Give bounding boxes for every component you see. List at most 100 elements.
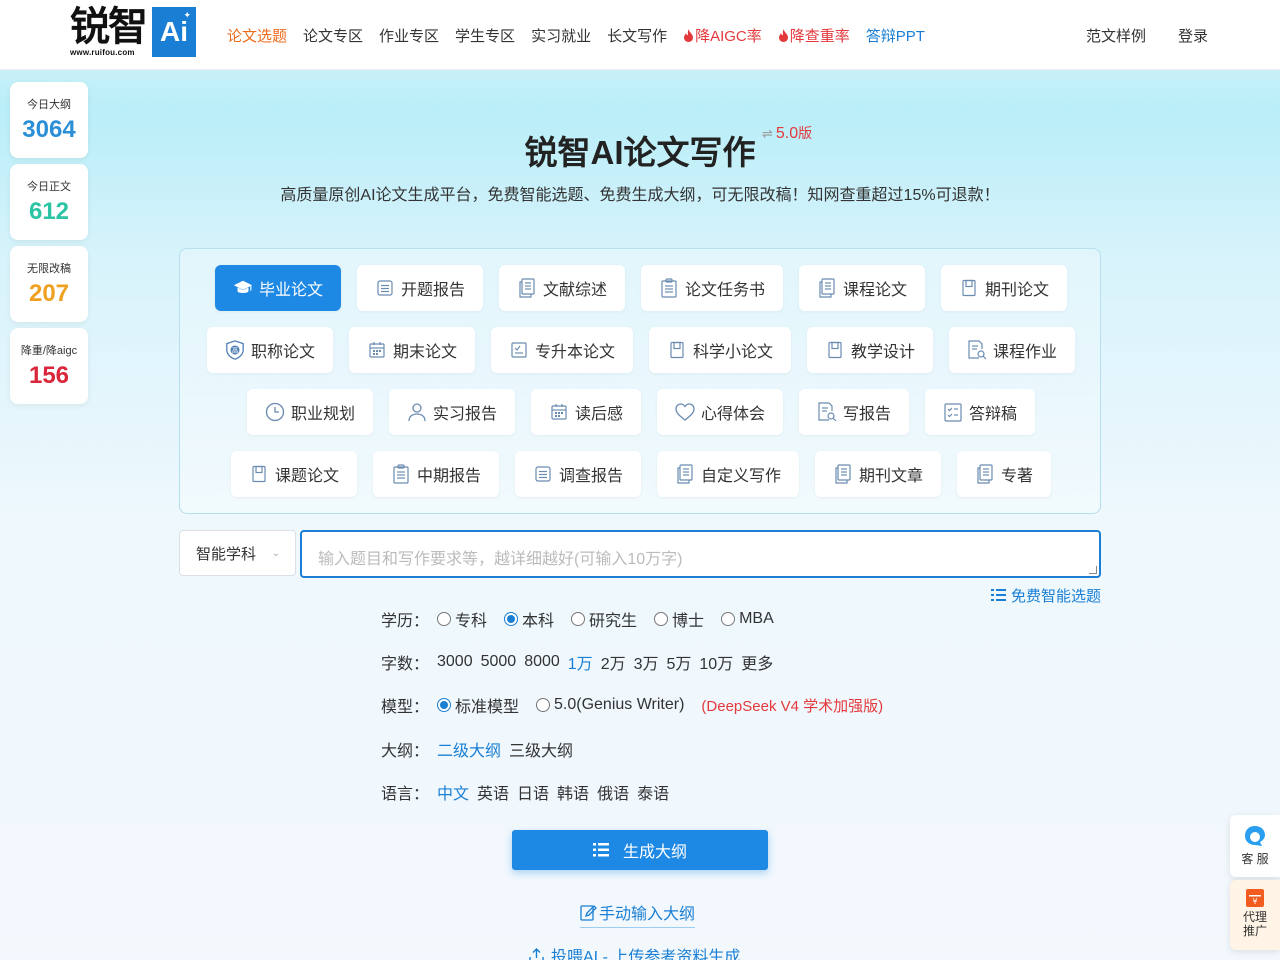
topic-input[interactable]: 输入题目和写作要求等，越详细越好(可输入10万字) <box>300 530 1101 578</box>
radio-dot[interactable] <box>437 698 451 712</box>
header-right: 范文样例 登录 <box>1086 25 1208 46</box>
paper-type-button[interactable]: 读后感 <box>530 389 641 435</box>
paper-type-button[interactable]: 课程论文 <box>799 265 926 311</box>
wordcount-option[interactable]: 8000 <box>524 653 560 671</box>
nav-item[interactable]: 降查重率 <box>778 25 850 46</box>
radio-dot[interactable] <box>437 612 451 626</box>
wordcount-option[interactable]: 3万 <box>634 650 659 674</box>
paper-type-button[interactable]: 实习报告 <box>388 389 515 435</box>
language-option[interactable]: 中文 <box>437 780 469 804</box>
paper-type-label: 专著 <box>1001 468 1034 485</box>
free-topic-link[interactable]: 免费智能选题 <box>990 585 1101 606</box>
upload-reference-link[interactable]: 投喂AI - 上传参考资料生成 <box>528 943 740 960</box>
stat-label: 降重/降aigc <box>20 345 78 357</box>
paper-type-label: 期刊文章 <box>859 468 924 485</box>
paper-type-button[interactable]: 职业规划 <box>246 389 373 435</box>
paper-type-label: 开题报告 <box>400 282 465 299</box>
paper-type-button[interactable]: 答辩稿 <box>925 389 1036 435</box>
paper-type-button[interactable]: 专升本论文 <box>490 327 633 373</box>
nav-item[interactable]: 答辩PPT <box>866 25 925 46</box>
nav-item[interactable]: 作业专区 <box>379 25 439 46</box>
topic-input-placeholder: 输入题目和写作要求等，越详细越好(可输入10万字) <box>318 551 683 568</box>
wordcount-option[interactable]: 10万 <box>699 650 733 674</box>
paper-type-button[interactable]: 教学设计 <box>807 327 934 373</box>
customer-service-button[interactable]: 客 服 <box>1230 815 1280 877</box>
book-icon <box>667 340 687 360</box>
nav-item[interactable]: 论文选题 <box>227 25 287 46</box>
nav-item-label: 长文写作 <box>607 28 668 45</box>
site-logo[interactable]: 锐智 www.ruifou.com Ai ✦ <box>70 6 196 58</box>
paper-type-button[interactable]: 毕业论文 <box>214 265 341 311</box>
logo-ai-badge: Ai ✦ <box>152 7 196 57</box>
paper-type-button[interactable]: 开题报告 <box>356 265 483 311</box>
paper-type-label: 期末论文 <box>392 344 457 361</box>
nav-item[interactable]: 学生专区 <box>455 25 515 46</box>
model-radio[interactable]: 5.0(Genius Writer) <box>536 696 684 714</box>
wordcount-option[interactable]: 2万 <box>601 650 626 674</box>
paper-type-button[interactable]: 写报告 <box>799 389 910 435</box>
login-link[interactable]: 登录 <box>1178 25 1208 46</box>
logo-url: www.ruifou.com <box>70 48 135 57</box>
paper-type-row: 课题论文 中期报告 调查报告 自定义写作 期刊文章 专著 <box>180 451 1102 497</box>
paper-type-button[interactable]: 期刊论文 <box>941 265 1068 311</box>
paper-type-button[interactable]: 调查报告 <box>514 451 641 497</box>
samples-link[interactable]: 范文样例 <box>1086 25 1146 46</box>
paper-type-row: 职业规划 实习报告 读后感 心得体会 写报告 答辩稿 <box>180 389 1102 435</box>
radio-dot[interactable] <box>571 612 586 626</box>
language-option[interactable]: 日语 <box>517 780 549 804</box>
education-radio[interactable]: MBA <box>721 610 774 628</box>
paper-type-button[interactable]: 中期报告 <box>372 451 499 497</box>
language-option[interactable]: 俄语 <box>597 780 629 804</box>
list-icon <box>592 843 609 857</box>
version-switch[interactable]: ⇌ 5.0版 <box>762 123 812 143</box>
paper-type-button[interactable]: 论文任务书 <box>641 265 784 311</box>
language-option[interactable]: 英语 <box>477 780 509 804</box>
free-topic-label: 免费智能选题 <box>1010 588 1101 605</box>
radio-dot[interactable] <box>654 612 669 626</box>
education-radio[interactable]: 博士 <box>654 607 704 631</box>
paper-type-button[interactable]: 期末论文 <box>348 327 475 373</box>
generate-outline-button[interactable]: 生成大纲 <box>512 830 768 870</box>
language-option[interactable]: 泰语 <box>637 780 669 804</box>
subject-select[interactable]: 智能学科 ⌄ <box>179 530 296 576</box>
language-option[interactable]: 韩语 <box>557 780 589 804</box>
wordcount-option[interactable]: 更多 <box>741 650 773 674</box>
calendar-icon <box>549 402 569 422</box>
outline-option[interactable]: 三级大纲 <box>509 737 573 761</box>
radio-dot[interactable] <box>536 698 551 712</box>
paper-type-button[interactable]: 专著 <box>957 451 1052 497</box>
education-radio[interactable]: 本科 <box>504 607 554 631</box>
paper-type-label: 专升本论文 <box>534 344 615 361</box>
wordcount-option[interactable]: 1万 <box>568 650 593 674</box>
generate-outline-label: 生成大纲 <box>622 844 687 861</box>
paper-type-button[interactable]: 文献综述 <box>498 265 625 311</box>
nav-item[interactable]: 论文专区 <box>303 25 363 46</box>
nav-item[interactable]: 实习就业 <box>531 25 591 46</box>
manual-outline-link[interactable]: 手动输入大纲 <box>580 900 696 928</box>
paper-type-button[interactable]: 期刊文章 <box>815 451 942 497</box>
paper-type-button[interactable]: 课题论文 <box>230 451 357 497</box>
radio-dot[interactable] <box>504 612 519 626</box>
radio-dot[interactable] <box>721 612 736 626</box>
education-radio[interactable]: 研究生 <box>571 607 637 631</box>
wordcount-option[interactable]: 3000 <box>437 653 473 671</box>
resize-handle[interactable] <box>1089 566 1097 574</box>
paper-type-button[interactable]: 自定义写作 <box>657 451 800 497</box>
paper-type-row: 高 职称论文 期末论文 专升本论文 科学小论文 教学设计 课程作业 <box>180 327 1102 373</box>
agent-promo-button[interactable]: ¥ 代理 推广 <box>1230 880 1280 950</box>
wordcount-option[interactable]: 5万 <box>667 650 692 674</box>
nav-item[interactable]: 降AIGC率 <box>683 25 762 46</box>
nav-item[interactable]: 长文写作 <box>607 25 667 46</box>
model-radio[interactable]: 标准模型 <box>437 693 519 717</box>
paper-type-button[interactable]: 高 职称论文 <box>206 327 333 373</box>
education-radio[interactable]: 专科 <box>437 607 487 631</box>
paper-type-button[interactable]: 科学小论文 <box>649 327 792 373</box>
chevron-down-icon: ⌄ <box>271 548 280 559</box>
paper-type-button[interactable]: 课程作业 <box>949 327 1076 373</box>
paper-type-label: 自定义写作 <box>701 468 782 485</box>
outline-option[interactable]: 二级大纲 <box>437 737 501 761</box>
svg-text:¥: ¥ <box>1252 897 1257 906</box>
calendar-icon <box>367 340 387 360</box>
paper-type-button[interactable]: 心得体会 <box>657 389 784 435</box>
wordcount-option[interactable]: 5000 <box>481 653 517 671</box>
